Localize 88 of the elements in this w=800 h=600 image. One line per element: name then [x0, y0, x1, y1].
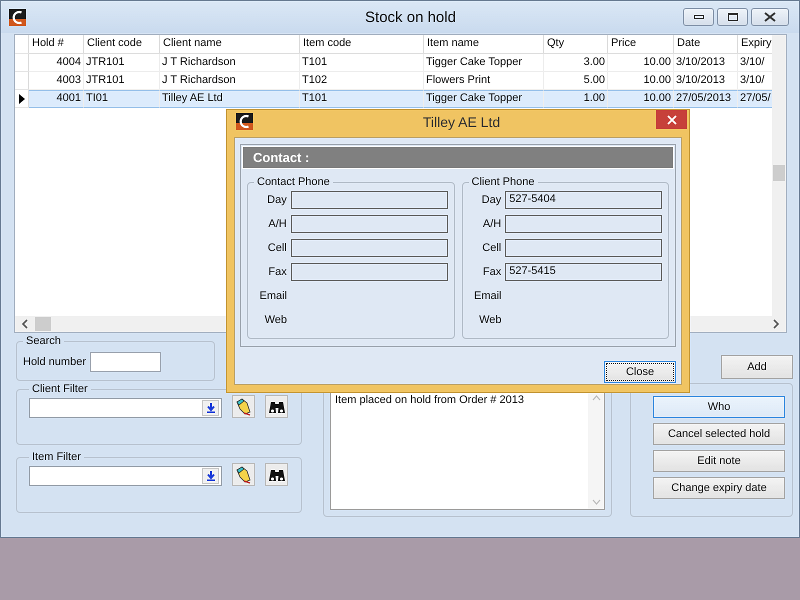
group-title: Client Filter	[31, 383, 89, 395]
group-title: Search	[25, 335, 62, 347]
phone-field[interactable]	[290, 263, 448, 281]
app-logo-icon	[236, 113, 253, 130]
table-cell: Tigger Cake Topper	[424, 54, 544, 72]
table-cell: 27/05/	[738, 90, 772, 108]
phone-field[interactable]	[290, 191, 448, 209]
hand-pencil-icon	[234, 466, 252, 484]
table-cell: 27/05/2013	[674, 90, 738, 108]
action-button[interactable]: Change expiry date	[653, 477, 785, 499]
note-text: Item placed on hold from Order # 2013	[334, 393, 525, 408]
table-cell: JTR101	[84, 54, 160, 72]
column-header[interactable]: Date	[674, 35, 738, 54]
phone-field[interactable]	[505, 215, 662, 233]
dialog-title: Tilley AE Ltd	[422, 114, 502, 130]
column-header[interactable]: Price	[608, 35, 674, 54]
field-label: A/H	[267, 218, 287, 230]
table-cell: 10.00	[608, 54, 674, 72]
hold-number-label: Hold number	[23, 356, 86, 368]
field-label: Day	[266, 194, 287, 206]
search-button[interactable]	[265, 395, 288, 418]
table-row[interactable]: 4004 JTR101 J T Richardson T101 Tigger Cake Topper 3.00 10.00 3/10/2013 3/10/	[15, 54, 772, 72]
section-header: Contact :	[242, 146, 674, 169]
note-field[interactable]: Item placed on hold from Order # 2013	[330, 390, 605, 510]
table-cell: Tilley AE Ltd	[160, 90, 300, 108]
scroll-right-icon[interactable]	[772, 319, 780, 329]
table-cell: 3.00	[544, 54, 608, 72]
column-header[interactable]: Hold #	[29, 35, 84, 54]
phone-field[interactable]	[290, 239, 448, 257]
scroll-thumb[interactable]	[35, 317, 51, 331]
table-cell: TI01	[84, 90, 160, 108]
table-cell: 10.00	[608, 90, 674, 108]
edit-button[interactable]	[232, 463, 255, 486]
column-header[interactable]: Client name	[160, 35, 300, 54]
table-cell: 1.00	[544, 90, 608, 108]
action-button[interactable]: Who	[653, 396, 785, 418]
hold-number-field[interactable]	[90, 352, 161, 372]
minimize-icon	[694, 15, 704, 19]
maximize-button[interactable]	[717, 8, 748, 26]
maximize-icon	[728, 13, 738, 21]
field-label: Web	[478, 314, 502, 326]
search-button[interactable]	[265, 463, 288, 486]
scroll-left-icon[interactable]	[21, 319, 29, 329]
table-row[interactable]: 4001 TI01 Tilley AE Ltd T101 Tigger Cake Topper 1.00 10.00 27/05/2013 27/05/	[15, 90, 772, 108]
app-logo-icon	[9, 8, 26, 26]
phone-field[interactable]: 527-5415	[505, 263, 662, 281]
column-header[interactable]: Item name	[424, 35, 544, 54]
field-label: Email	[258, 290, 287, 302]
group-title: Contact Phone	[256, 176, 331, 188]
column-header[interactable]: Item code	[300, 35, 424, 54]
add-button[interactable]: Add	[721, 355, 793, 379]
close-button[interactable]	[656, 110, 687, 129]
table-cell: 4001	[29, 90, 84, 108]
table-cell: Tigger Cake Topper	[424, 90, 544, 108]
group-title: Item Filter	[31, 451, 82, 463]
table-cell: 4004	[29, 54, 84, 72]
vertical-scrollbar[interactable]	[772, 35, 786, 316]
hand-pencil-icon	[234, 398, 252, 416]
field-label: Fax	[482, 266, 502, 278]
field-label: Day	[480, 194, 502, 206]
scroll-thumb[interactable]	[773, 165, 785, 181]
phone-field[interactable]	[290, 215, 448, 233]
field-label: Cell	[266, 242, 287, 254]
column-header[interactable]: Client code	[84, 35, 160, 54]
phone-field[interactable]	[505, 239, 662, 257]
phone-field[interactable]: 527-5404	[505, 191, 662, 209]
close-icon	[764, 12, 776, 22]
current-row-icon	[18, 94, 24, 104]
action-button[interactable]: Cancel selected hold	[653, 423, 785, 445]
edit-button[interactable]	[232, 395, 255, 418]
field-label: Cell	[481, 242, 502, 254]
field-label: Web	[264, 314, 287, 326]
table-cell: T101	[300, 90, 424, 108]
close-button[interactable]	[751, 8, 789, 26]
row-header	[15, 35, 29, 54]
field-label: A/H	[482, 218, 502, 230]
group-title: Client Phone	[470, 176, 536, 188]
column-header[interactable]: Qty	[544, 35, 608, 54]
action-button[interactable]: Edit note	[653, 450, 785, 472]
table-cell: T101	[300, 54, 424, 72]
field-label: Email	[472, 290, 502, 302]
table-cell: 3/10/2013	[674, 54, 738, 72]
close-icon	[666, 114, 676, 124]
table-cell: J T Richardson	[160, 54, 300, 72]
field-label: Fax	[267, 266, 287, 278]
window-title: Stock on hold	[364, 8, 457, 26]
minimize-button[interactable]	[683, 8, 714, 26]
close-button[interactable]: Close	[604, 361, 676, 383]
